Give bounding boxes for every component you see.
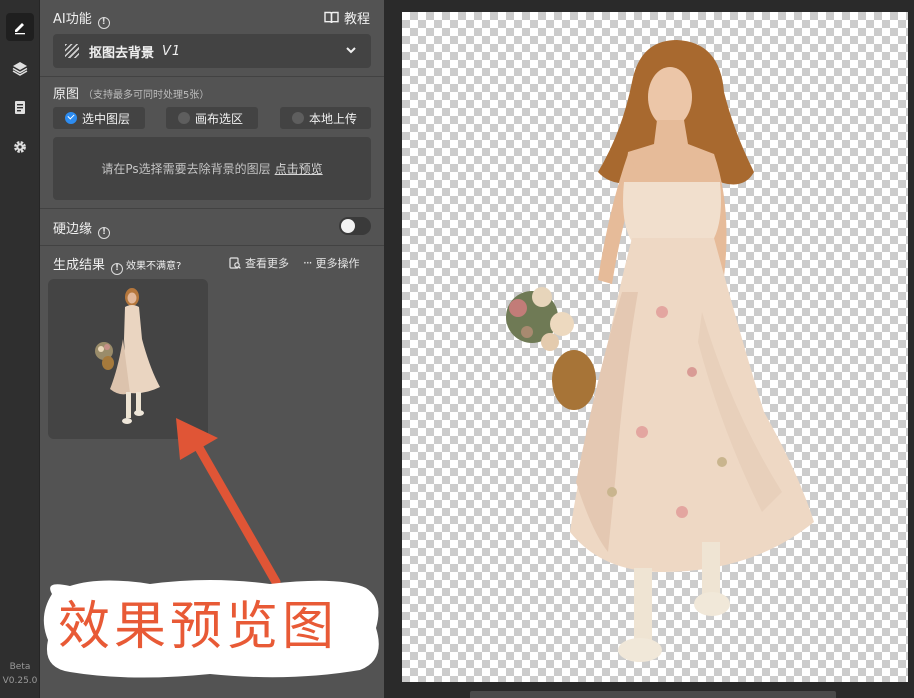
- annotation-text: 效果预览图: [58, 597, 339, 657]
- plugin-window: Beta V0.25.0 AI功能! 教程 抠图去背景 V1 原图 （支持最多可同…: [0, 0, 914, 698]
